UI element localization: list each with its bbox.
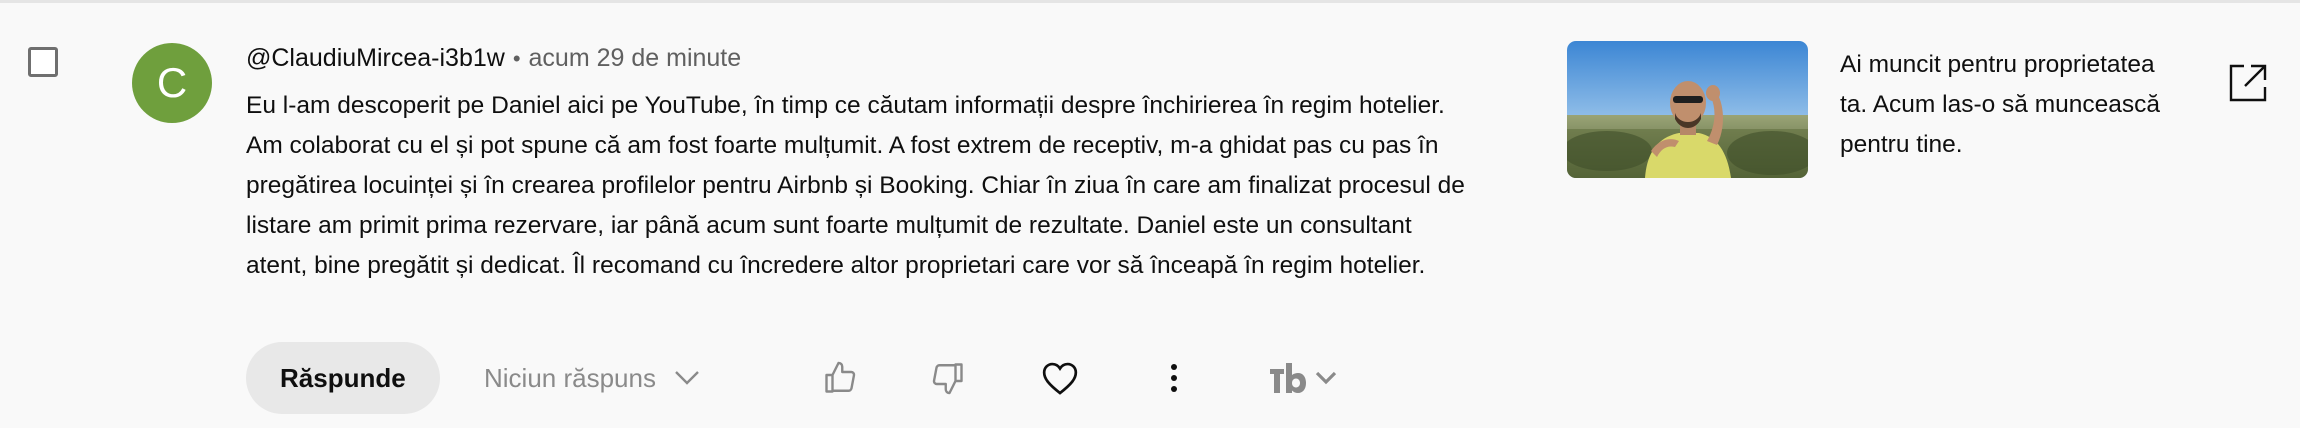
video-thumbnail[interactable] <box>1567 41 1808 178</box>
tubebuddy-menu-button[interactable] <box>1268 356 1338 400</box>
comment-body: @ClaudiuMircea-i3b1w • acum 29 de minute E… <box>246 41 1476 286</box>
comment-row: C @ClaudiuMircea-i3b1w • acum 29 de minute… <box>0 3 2300 428</box>
comment-text: Eu l-am descoperit pe Daniel aici pe You… <box>246 92 1465 279</box>
comment-actions: Răspunde Niciun răspuns <box>246 342 1396 414</box>
open-external-icon <box>2229 64 2267 102</box>
video-title[interactable]: Ai muncit pentru proprietatea ta. Acum l… <box>1840 45 2180 165</box>
replies-dropdown[interactable]: Niciun răspuns <box>484 342 700 414</box>
comment-meta: @ClaudiuMircea-i3b1w • acum 29 de minute <box>246 41 1476 76</box>
avatar[interactable]: C <box>132 43 212 123</box>
like-button[interactable] <box>814 352 866 404</box>
chevron-down-icon <box>1315 371 1337 385</box>
heart-icon <box>1042 362 1078 395</box>
avatar-letter: C <box>156 59 188 106</box>
meta-separator: • <box>512 46 521 71</box>
more-options-button[interactable] <box>1148 352 1200 404</box>
select-checkbox[interactable] <box>28 47 58 77</box>
replies-label: Niciun răspuns <box>484 362 656 393</box>
more-vert-icon <box>1171 364 1177 392</box>
author-name[interactable]: @ClaudiuMircea-i3b1w <box>246 44 505 72</box>
tubebuddy-icon <box>1270 363 1306 393</box>
dislike-button[interactable] <box>922 352 974 404</box>
open-external-button[interactable] <box>2226 61 2270 105</box>
thumbs-down-icon <box>932 363 963 395</box>
reply-button[interactable]: Răspunde <box>246 342 440 414</box>
chevron-down-icon <box>675 371 699 385</box>
thumbs-up-icon <box>825 361 856 393</box>
comment-time[interactable]: acum 29 de minute <box>529 44 742 72</box>
heart-button[interactable] <box>1034 352 1086 404</box>
video-thumbnail-image <box>1567 41 1808 178</box>
